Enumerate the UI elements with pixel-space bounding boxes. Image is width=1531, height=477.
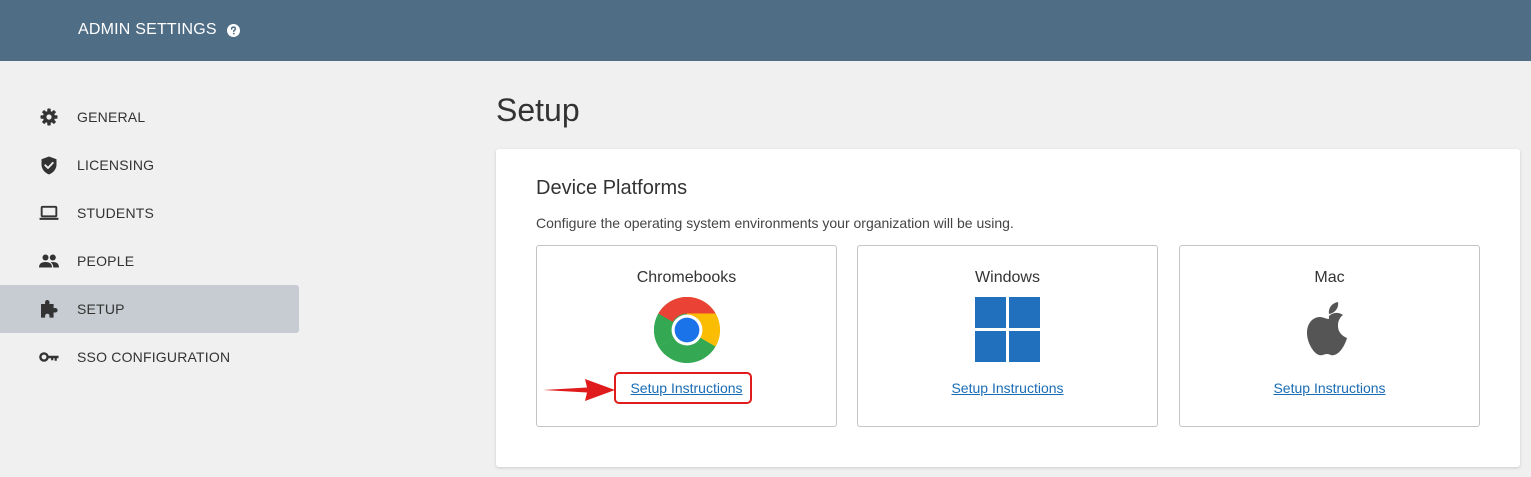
windows-logo-icon xyxy=(975,297,1040,362)
sidebar-item-general[interactable]: GENERAL xyxy=(0,93,299,141)
page-title: Setup xyxy=(496,92,580,128)
sidebar-item-setup[interactable]: SETUP xyxy=(0,285,299,333)
top-bar: ADMIN SETTINGS xyxy=(0,0,1531,61)
gear-icon xyxy=(39,107,59,127)
question-circle-icon[interactable] xyxy=(227,24,240,37)
card-description: Configure the operating system environme… xyxy=(536,215,1014,231)
people-icon xyxy=(39,251,59,271)
key-icon xyxy=(39,347,59,367)
annotation-arrow-icon xyxy=(543,379,615,401)
sidebar-item-licensing[interactable]: LICENSING xyxy=(0,141,299,189)
platform-tile-windows: Windows Setup Instructions xyxy=(857,245,1158,427)
platform-name: Chromebooks xyxy=(636,269,737,286)
sidebar-item-people[interactable]: PEOPLE xyxy=(0,237,299,285)
setup-instructions-link-windows[interactable]: Setup Instructions xyxy=(858,380,1157,396)
shield-check-icon xyxy=(39,155,59,175)
card-title: Device Platforms xyxy=(536,177,688,199)
setup-instructions-link-mac[interactable]: Setup Instructions xyxy=(1180,380,1479,396)
sidebar-item-label: SSO CONFIGURATION xyxy=(77,349,231,365)
sidebar-nav: GENERAL LICENSING STUDENTS PEOPLE SETUP … xyxy=(0,93,300,381)
puzzle-icon xyxy=(39,299,59,319)
sidebar-item-label: STUDENTS xyxy=(77,205,155,221)
annotation-highlight-box xyxy=(614,372,752,404)
sidebar-item-label: SETUP xyxy=(77,301,125,317)
platform-tile-mac: Mac Setup Instructions xyxy=(1179,245,1480,427)
chrome-logo-icon xyxy=(654,297,720,363)
sidebar-item-sso-configuration[interactable]: SSO CONFIGURATION xyxy=(0,333,299,381)
device-platforms-card: Device Platforms Configure the operating… xyxy=(496,149,1520,467)
app-title: ADMIN SETTINGS xyxy=(78,21,217,38)
sidebar-item-label: GENERAL xyxy=(77,109,146,125)
sidebar-item-label: LICENSING xyxy=(77,157,155,173)
sidebar-item-students[interactable]: STUDENTS xyxy=(0,189,299,237)
platform-name: Mac xyxy=(1314,269,1345,286)
apple-logo-icon xyxy=(1307,302,1347,356)
platform-name: Windows xyxy=(975,269,1040,286)
laptop-icon xyxy=(39,203,59,223)
sidebar-item-label: PEOPLE xyxy=(77,253,135,269)
